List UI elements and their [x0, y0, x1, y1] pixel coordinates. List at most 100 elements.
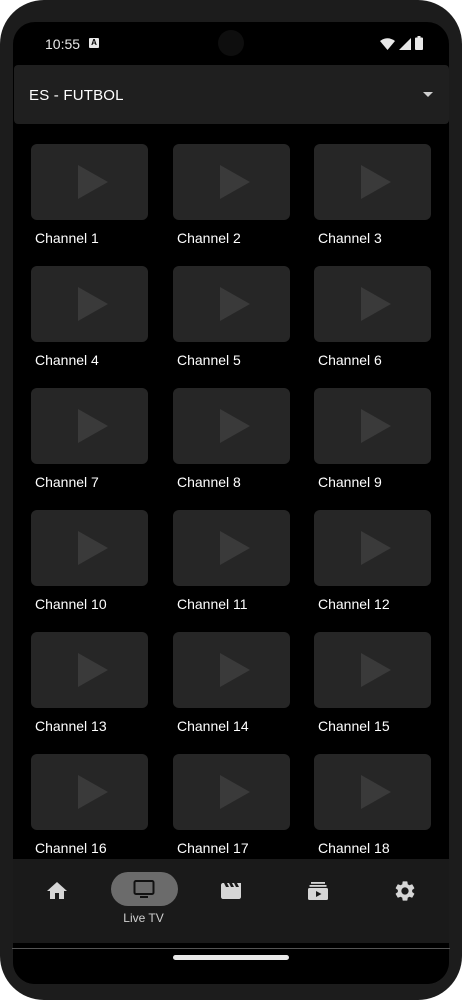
- channel-tile[interactable]: Channel 5: [173, 266, 290, 374]
- play-icon: [220, 165, 250, 199]
- channel-name: Channel 11: [177, 596, 248, 612]
- phone-frame: 10:55 A ES - FUTBOL Channel 1 Channel 2 Ch…: [0, 0, 462, 1000]
- nav-movies[interactable]: [187, 859, 274, 943]
- channel-tile[interactable]: Channel 15: [314, 632, 431, 740]
- channel-thumbnail[interactable]: [314, 632, 431, 708]
- play-icon: [361, 531, 391, 565]
- home-gesture-bar[interactable]: [173, 955, 289, 960]
- channel-name: Channel 10: [35, 596, 107, 612]
- bottom-navigation: Live TV: [13, 859, 449, 943]
- play-icon: [78, 409, 108, 443]
- series-icon: [308, 882, 328, 900]
- channel-tile[interactable]: Channel 17: [173, 754, 290, 857]
- channel-thumbnail[interactable]: [314, 266, 431, 342]
- home-icon: [47, 882, 67, 899]
- channel-tile[interactable]: Channel 2: [173, 144, 290, 252]
- channel-name: Channel 16: [35, 840, 107, 856]
- play-icon: [78, 775, 108, 809]
- channel-thumbnail[interactable]: [314, 754, 431, 830]
- nav-settings[interactable]: [361, 859, 448, 943]
- play-icon: [78, 531, 108, 565]
- channel-name: Channel 7: [35, 474, 99, 490]
- channel-tile[interactable]: Channel 14: [173, 632, 290, 740]
- play-icon: [361, 165, 391, 199]
- channel-thumbnail[interactable]: [173, 510, 290, 586]
- nav-home[interactable]: [13, 859, 100, 943]
- channel-thumbnail[interactable]: [31, 510, 148, 586]
- channel-tile[interactable]: Channel 1: [31, 144, 148, 252]
- channel-name: Channel 4: [35, 352, 99, 368]
- channel-name: Channel 8: [177, 474, 241, 490]
- channel-name: Channel 5: [177, 352, 241, 368]
- channel-thumbnail[interactable]: [173, 266, 290, 342]
- channel-tile[interactable]: Channel 6: [314, 266, 431, 374]
- bezel-divider: [12, 948, 450, 949]
- channel-thumbnail[interactable]: [31, 144, 148, 220]
- channel-thumbnail[interactable]: [314, 144, 431, 220]
- channel-thumbnail[interactable]: [31, 754, 148, 830]
- play-icon: [220, 531, 250, 565]
- channel-tile[interactable]: Channel 4: [31, 266, 148, 374]
- category-dropdown[interactable]: ES - FUTBOL: [14, 65, 449, 124]
- channel-thumbnail[interactable]: [173, 754, 290, 830]
- channel-name: Channel 9: [318, 474, 382, 490]
- camera-cutout: [218, 30, 244, 56]
- nav-series[interactable]: [274, 859, 361, 943]
- channel-tile[interactable]: Channel 9: [314, 388, 431, 496]
- gesture-area: [13, 943, 449, 984]
- play-icon: [78, 287, 108, 321]
- channel-tile[interactable]: Channel 8: [173, 388, 290, 496]
- status-bar: 10:55 A: [13, 22, 449, 66]
- dropdown-arrow-icon: [423, 92, 433, 97]
- play-icon: [361, 775, 391, 809]
- channel-name: Channel 15: [318, 718, 390, 734]
- status-time: 10:55: [45, 36, 81, 52]
- notification-badge-icon: A: [89, 38, 99, 48]
- screen: 10:55 A ES - FUTBOL Channel 1 Channel 2 Ch…: [13, 22, 449, 984]
- play-icon: [220, 409, 250, 443]
- channel-tile[interactable]: Channel 10: [31, 510, 148, 618]
- channel-name: Channel 13: [35, 718, 107, 734]
- battery-icon: [415, 36, 423, 50]
- channel-name: Channel 3: [318, 230, 382, 246]
- channel-thumbnail[interactable]: [173, 388, 290, 464]
- channel-tile[interactable]: Channel 7: [31, 388, 148, 496]
- channel-thumbnail[interactable]: [314, 510, 431, 586]
- channel-name: Channel 14: [177, 718, 249, 734]
- channel-thumbnail[interactable]: [31, 388, 148, 464]
- channel-thumbnail[interactable]: [31, 632, 148, 708]
- play-icon: [78, 165, 108, 199]
- nav-label-live-tv: Live TV: [123, 911, 164, 925]
- nav-live-tv[interactable]: Live TV: [100, 859, 187, 943]
- tv-icon: [133, 880, 155, 898]
- settings-icon: [395, 881, 415, 901]
- channel-thumbnail[interactable]: [173, 632, 290, 708]
- channel-name: Channel 12: [318, 596, 390, 612]
- channel-name: Channel 18: [318, 840, 390, 856]
- channel-tile[interactable]: Channel 12: [314, 510, 431, 618]
- category-selected-label: ES - FUTBOL: [29, 87, 124, 104]
- movie-icon: [221, 883, 241, 899]
- channel-name: Channel 17: [177, 840, 249, 856]
- play-icon: [361, 409, 391, 443]
- play-icon: [78, 653, 108, 687]
- wifi-icon: [380, 38, 395, 50]
- channel-name: Channel 6: [318, 352, 382, 368]
- play-icon: [361, 653, 391, 687]
- channel-grid: Channel 1 Channel 2 Channel 3 Channel 4 Chan…: [31, 144, 449, 857]
- status-icons: [380, 36, 423, 50]
- channel-tile[interactable]: Channel 11: [173, 510, 290, 618]
- channel-thumbnail[interactable]: [173, 144, 290, 220]
- play-icon: [361, 287, 391, 321]
- channel-tile[interactable]: Channel 18: [314, 754, 431, 857]
- channel-thumbnail[interactable]: [314, 388, 431, 464]
- channel-tile[interactable]: Channel 3: [314, 144, 431, 252]
- play-icon: [220, 287, 250, 321]
- play-icon: [220, 653, 250, 687]
- channel-tile[interactable]: Channel 13: [31, 632, 148, 740]
- channel-name: Channel 1: [35, 230, 99, 246]
- channel-tile[interactable]: Channel 16: [31, 754, 148, 857]
- signal-icon: [399, 38, 411, 50]
- channel-name: Channel 2: [177, 230, 241, 246]
- channel-thumbnail[interactable]: [31, 266, 148, 342]
